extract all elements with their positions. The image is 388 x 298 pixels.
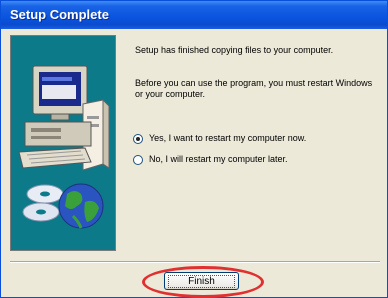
radio-selected-dot <box>136 136 140 141</box>
copy-complete-text: Setup has finished copying files to your… <box>135 45 334 55</box>
side-graphic-panel <box>10 35 116 251</box>
restart-now-option[interactable]: Yes, I want to restart my computer now. <box>133 133 306 144</box>
finish-button-label: Finish <box>168 275 235 288</box>
footer-separator <box>10 261 380 263</box>
restart-now-radio[interactable] <box>133 133 143 144</box>
computer-and-discs-icon <box>18 65 110 229</box>
setup-complete-window: Setup Complete Setup has finished copyin… <box>0 0 388 298</box>
restart-later-option[interactable]: No, I will restart my computer later. <box>133 154 288 165</box>
restart-later-label[interactable]: No, I will restart my computer later. <box>149 154 288 165</box>
restart-requirement-text: Before you can use the program, you must… <box>135 78 373 99</box>
title-bar[interactable]: Setup Complete <box>1 1 387 29</box>
restart-later-radio[interactable] <box>133 154 143 165</box>
restart-now-label[interactable]: Yes, I want to restart my computer now. <box>149 133 306 144</box>
window-title: Setup Complete <box>10 7 109 22</box>
finish-button[interactable]: Finish <box>164 272 239 290</box>
